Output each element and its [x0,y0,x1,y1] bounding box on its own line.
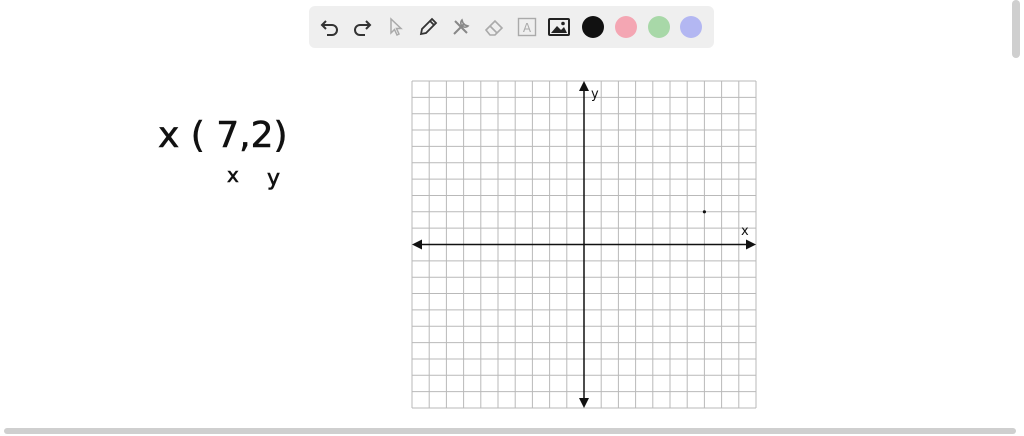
coordinate-grid: x y [411,80,757,409]
y-axis-label: y [591,87,599,102]
x-axis-label: x [741,224,749,239]
vertical-scrollbar[interactable] [1012,0,1020,58]
x-axis-arrow-left [412,239,422,250]
plotted-point [702,210,707,214]
y-axis-arrow-up [579,81,589,91]
y-axis-arrow-down [579,398,589,408]
horizontal-scrollbar[interactable] [4,428,1016,434]
x-axis-arrow-right [746,239,756,250]
